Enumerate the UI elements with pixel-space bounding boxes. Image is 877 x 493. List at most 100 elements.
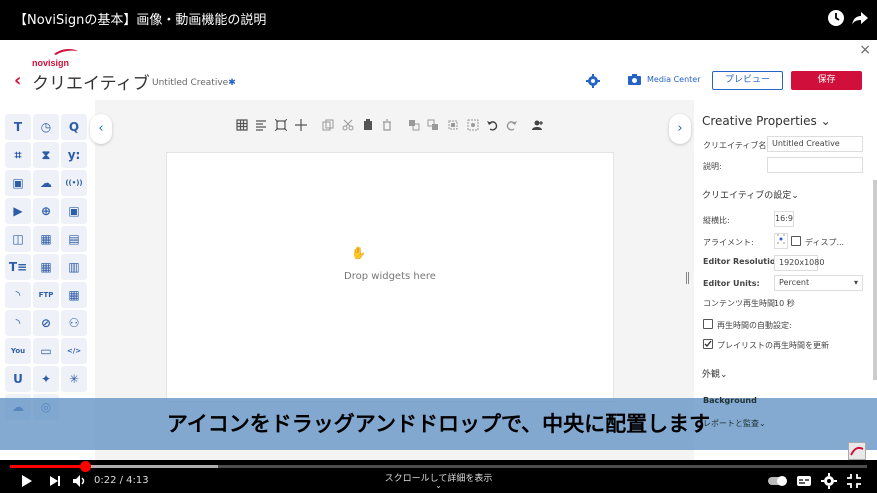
novisign-logo: novisign [32, 49, 78, 68]
alignment-icon [777, 234, 785, 244]
paste-icon[interactable] [362, 119, 374, 131]
ustream-widget-icon[interactable]: U [5, 366, 31, 392]
fit-icon[interactable] [275, 119, 287, 131]
qr-widget-icon[interactable]: Q [61, 114, 87, 140]
calendar-widget-icon[interactable]: ▤ [61, 226, 87, 252]
slideshow-widget-icon[interactable]: ◫ [5, 226, 31, 252]
fullscreen-exit-icon[interactable] [846, 473, 862, 489]
preview-button[interactable]: プレビュー [712, 71, 783, 90]
auto-duration-checkbox[interactable] [703, 319, 713, 329]
chevron-down-icon: ⌄ [820, 114, 831, 128]
settings-section-title: クリエイティブの設定 [702, 191, 792, 201]
panel-scrollbar[interactable] [873, 180, 877, 380]
image-360-widget-icon[interactable]: ▣ [61, 198, 87, 224]
appearance-section-toggle[interactable]: 外観⌄ [702, 367, 728, 380]
weather-widget-icon[interactable]: ☁ [33, 170, 59, 196]
ticker-widget-icon[interactable]: T≡ [5, 254, 31, 280]
expand-panel-button[interactable]: › [669, 114, 691, 144]
watch-later-icon[interactable] [826, 8, 846, 28]
aspect-ratio-select[interactable]: 16:9 [774, 211, 794, 227]
undo-icon[interactable] [486, 119, 498, 131]
gear-icon[interactable] [586, 74, 600, 88]
media-gallery-widget-icon[interactable]: ▦ [33, 226, 59, 252]
yelp-widget-icon[interactable]: y: [61, 142, 87, 168]
media-center-button[interactable]: Media Center [628, 74, 701, 85]
corner-thumbnail[interactable] [848, 442, 866, 460]
bring-front-icon[interactable] [408, 119, 420, 131]
creative-name-text: Untitled Creative [152, 78, 229, 88]
aspect-ratio-label: 縦横比: [703, 216, 730, 225]
image-list-widget-icon[interactable]: ▦ [33, 254, 59, 280]
subtitle-overlay: Background レポートと監査⌄ アイコンをドラッグアンドドロップで、中央… [0, 396, 877, 450]
chart-widget-icon[interactable]: ▥ [61, 254, 87, 280]
creative-name-input[interactable]: Untitled Creative [767, 136, 863, 152]
chevron-down-icon[interactable]: ⌄ [0, 481, 877, 490]
image-widget-icon[interactable]: ▣ [5, 170, 31, 196]
captions-icon[interactable] [796, 473, 812, 489]
align-left-icon[interactable] [255, 119, 267, 131]
clock-widget-icon[interactable]: ◷ [33, 114, 59, 140]
save-button[interactable]: 保存 [791, 71, 862, 90]
units-label: Editor Units: [703, 279, 760, 288]
ungroup-icon[interactable] [467, 119, 479, 131]
youtube-widget-icon[interactable]: You [5, 338, 31, 364]
background-label: Background [703, 396, 757, 405]
frame-widget-icon[interactable]: ⌗ [5, 142, 31, 168]
panel-resize-handle[interactable] [686, 272, 689, 284]
duration-value: 10 秒 [774, 299, 795, 308]
description-input[interactable] [767, 157, 863, 173]
properties-title[interactable]: Creative Properties ⌄ [702, 114, 831, 128]
back-chevron-icon[interactable]: ‹ [14, 70, 21, 91]
broadcast-widget-icon[interactable]: ((•)) [61, 170, 87, 196]
screen: 【NoviSignの基本】画像・動画機能の説明 × novisign ‹ クリエ… [0, 0, 877, 493]
close-icon[interactable]: × [859, 42, 871, 58]
alignment-picker[interactable] [774, 233, 788, 249]
thumbnail-icon [850, 446, 864, 456]
unsaved-indicator: ✱ [228, 78, 236, 88]
display-label: ディスプ... [805, 238, 845, 247]
units-select[interactable]: Percent ▾ [774, 275, 863, 291]
group-icon[interactable] [447, 119, 459, 131]
text-widget-icon[interactable]: T [5, 114, 31, 140]
redo-icon[interactable] [506, 119, 518, 131]
video-widget-icon[interactable]: ▶ [5, 198, 31, 224]
web-widget-icon[interactable]: ⊕ [33, 198, 59, 224]
grid-icon[interactable] [236, 119, 248, 131]
collapse-palette-button[interactable]: ‹ [90, 114, 112, 144]
rss-widget-icon[interactable]: ◝ [5, 282, 31, 308]
loader-widget-icon[interactable]: ✳ [61, 366, 87, 392]
properties-title-text: Creative Properties [702, 114, 817, 128]
share-icon[interactable] [850, 8, 870, 28]
ftp-widget-icon[interactable]: FTP [33, 282, 59, 308]
copy-icon[interactable] [322, 119, 334, 131]
description-label: 説明: [703, 162, 722, 171]
units-value: Percent [779, 278, 810, 287]
progress-bar[interactable] [10, 461, 867, 472]
resolution-input[interactable]: 1920x1080 [774, 255, 824, 271]
delete-icon[interactable] [381, 119, 393, 131]
move-icon[interactable] [295, 119, 307, 131]
social-feed-widget-icon[interactable]: ◝ [5, 310, 31, 336]
creative-canvas[interactable]: ✋ Drop widgets here [166, 152, 614, 402]
twitter-widget-icon[interactable]: ✦ [33, 366, 59, 392]
auto-duration-label: 再生時間の自動設定: [717, 321, 792, 330]
autoplay-toggle[interactable] [768, 476, 787, 486]
subtitle-text: アイコンをドラッグアンドドロップで、中央に配置します [166, 412, 711, 436]
html-widget-icon[interactable]: </> [61, 338, 87, 364]
add-user-icon[interactable] [532, 119, 544, 131]
settings-icon[interactable] [821, 473, 837, 489]
send-back-icon[interactable] [427, 119, 439, 131]
alignment-label: アライメント: [703, 238, 754, 247]
hourglass-widget-icon[interactable]: ⧗ [33, 142, 59, 168]
hand-cursor-icon: ✋ [351, 246, 366, 260]
resolution-label: Editor Resolution: [703, 257, 785, 266]
screen-widget-icon[interactable]: ▭ [33, 338, 59, 364]
table-widget-icon[interactable]: ▦ [61, 282, 87, 308]
display-checkbox[interactable] [791, 236, 801, 246]
playlist-duration-checkbox[interactable] [703, 339, 713, 349]
people-widget-icon[interactable]: ⚇ [61, 310, 87, 336]
video-title[interactable]: 【NoviSignの基本】画像・動画機能の説明 [14, 9, 266, 28]
link-widget-icon[interactable]: ⊘ [33, 310, 59, 336]
cut-icon[interactable] [342, 119, 354, 131]
settings-section-toggle[interactable]: クリエイティブの設定⌄ [702, 188, 799, 201]
